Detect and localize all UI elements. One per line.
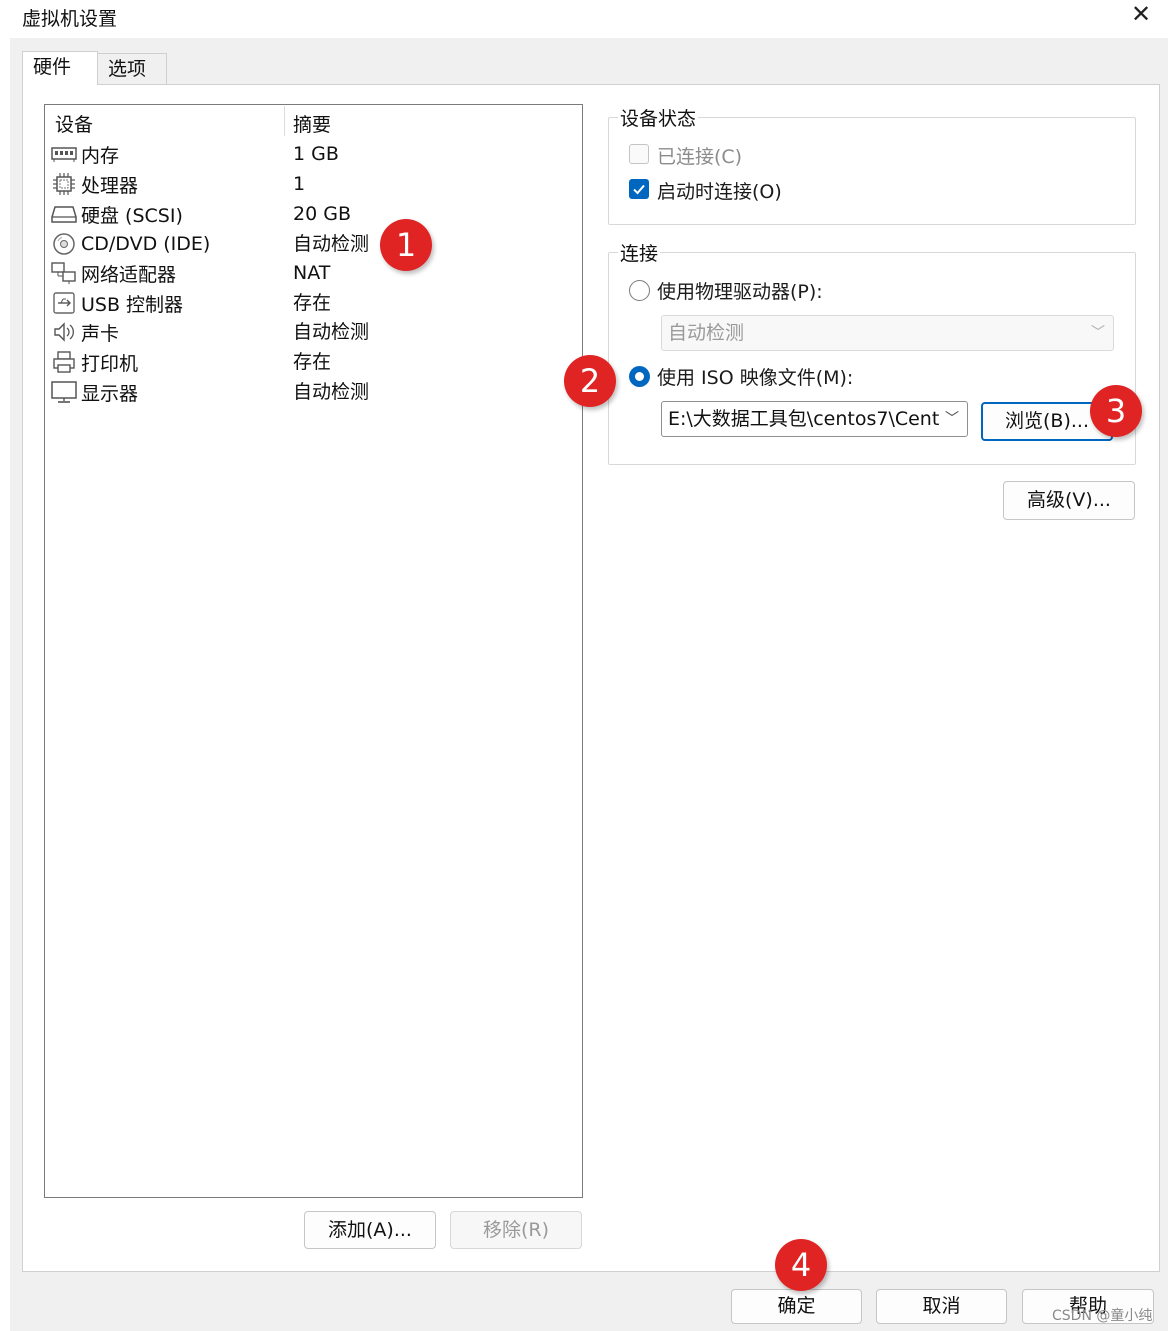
iso-path-value: E:\大数据工具包\centos7\Cent <box>668 408 940 430</box>
monitor-icon <box>51 380 77 404</box>
connected-label[interactable]: 已连接(C) <box>657 142 742 169</box>
memory-icon <box>51 142 77 166</box>
device-status-group <box>608 117 1136 225</box>
device-name: 网络适配器 <box>81 263 177 286</box>
physical-drive-select[interactable]: 自动检测 ﹀ <box>661 315 1114 351</box>
annotation-badge-3: 3 <box>1090 385 1142 437</box>
device-summary: 存在 <box>293 351 332 373</box>
add-device-button[interactable]: 添加(A)... <box>304 1211 436 1249</box>
chevron-down-icon: ﹀ <box>1091 325 1105 341</box>
watermark: CSDN @童小纯 <box>1052 1308 1153 1324</box>
iso-image-radio[interactable] <box>629 366 650 387</box>
device-summary: NAT <box>293 262 331 284</box>
speaker-icon <box>51 320 77 344</box>
close-icon[interactable]: ✕ <box>1126 0 1156 28</box>
usb-icon <box>51 291 77 315</box>
column-divider[interactable] <box>284 106 285 136</box>
processor-icon <box>51 172 77 196</box>
ok-button[interactable]: 确定 <box>731 1289 862 1324</box>
checkmark-icon <box>633 184 645 195</box>
device-summary: 自动检测 <box>293 321 370 343</box>
device-name: 硬盘 (SCSI) <box>81 204 183 227</box>
device-row-sound-card[interactable]: 声卡 <box>51 318 119 346</box>
hard-disk-icon <box>51 202 77 226</box>
device-row-usb-controller[interactable]: USB 控制器 <box>51 289 183 317</box>
device-summary: 20 GB <box>293 203 351 225</box>
device-name: USB 控制器 <box>81 293 184 316</box>
tab-options[interactable]: 选项 <box>97 53 167 85</box>
device-name: 内存 <box>81 144 120 167</box>
advanced-button[interactable]: 高级(V)... <box>1003 481 1135 520</box>
device-column-header[interactable]: 设备 <box>55 110 93 137</box>
connection-title: 连接 <box>618 239 661 266</box>
background-edge <box>0 0 10 1331</box>
physical-drive-radio[interactable] <box>629 280 650 301</box>
cd-dvd-icon <box>51 232 77 256</box>
connect-at-power-on-label[interactable]: 启动时连接(O) <box>657 177 782 204</box>
device-row-processor[interactable]: 处理器 <box>51 170 138 198</box>
remove-device-button[interactable]: 移除(R) <box>450 1211 582 1249</box>
physical-drive-label[interactable]: 使用物理驱动器(P): <box>657 277 823 304</box>
device-name: 打印机 <box>81 352 139 375</box>
annotation-badge-2: 2 <box>564 355 616 407</box>
window-title: 虚拟机设置 <box>22 8 118 30</box>
device-name: CD/DVD (IDE) <box>81 233 211 255</box>
title-bar <box>10 0 1168 38</box>
device-name: 显示器 <box>81 382 139 405</box>
radio-dot <box>635 372 644 381</box>
annotation-badge-4: 4 <box>775 1239 827 1291</box>
device-summary: 自动检测 <box>293 381 370 403</box>
device-summary: 自动检测 <box>293 233 370 255</box>
summary-column-header[interactable]: 摘要 <box>293 110 331 137</box>
device-status-title: 设备状态 <box>618 104 699 131</box>
device-summary: 1 <box>293 173 306 195</box>
device-name: 处理器 <box>81 174 139 197</box>
device-row-printer[interactable]: 打印机 <box>51 348 138 376</box>
device-row-memory[interactable]: 内存 <box>51 140 119 168</box>
physical-drive-value: 自动检测 <box>668 322 745 344</box>
device-row-hard-disk[interactable]: 硬盘 (SCSI) <box>51 200 183 228</box>
network-adapter-icon <box>51 261 77 285</box>
cancel-button[interactable]: 取消 <box>876 1289 1007 1324</box>
annotation-badge-1: 1 <box>380 219 432 271</box>
iso-image-label[interactable]: 使用 ISO 映像文件(M): <box>657 363 853 390</box>
connect-at-power-on-checkbox[interactable] <box>629 179 649 199</box>
connected-checkbox[interactable] <box>629 144 649 164</box>
printer-icon <box>51 350 77 374</box>
device-row-cd-dvd[interactable]: CD/DVD (IDE) <box>51 230 210 258</box>
iso-path-combobox[interactable]: E:\大数据工具包\centos7\Cent ﹀ <box>661 401 968 437</box>
device-row-monitor[interactable]: 显示器 <box>51 378 138 406</box>
tab-hardware[interactable]: 硬件 <box>22 51 98 85</box>
chevron-down-icon[interactable]: ﹀ <box>945 402 959 436</box>
device-row-network-adapter[interactable]: 网络适配器 <box>51 259 176 287</box>
device-summary: 存在 <box>293 292 332 314</box>
device-summary: 1 GB <box>293 143 339 165</box>
device-name: 声卡 <box>81 322 120 345</box>
